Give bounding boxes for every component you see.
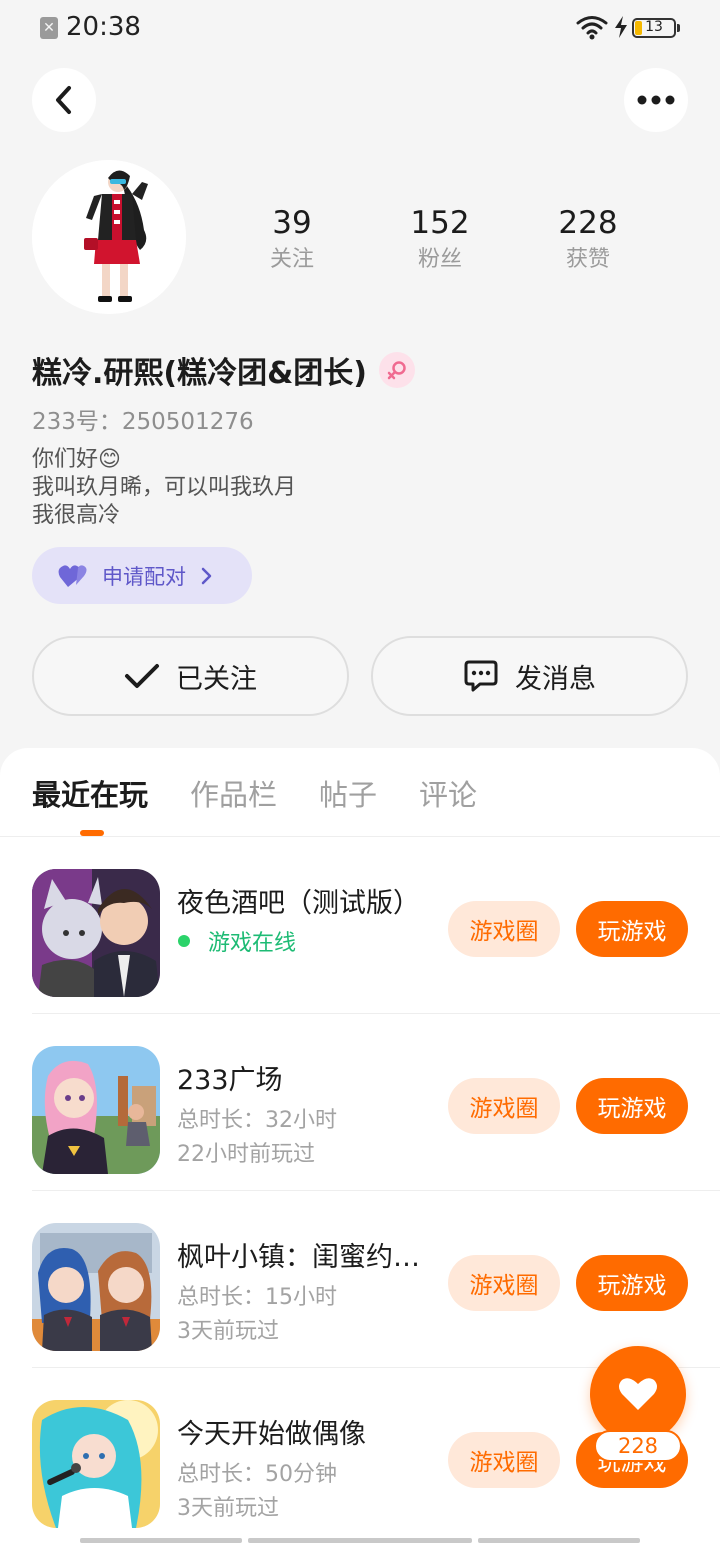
game-row[interactable]: 枫叶小镇：闺蜜约… 总时长：15小时 3天前玩过 游戏圈 玩游戏 [0,1191,720,1368]
heart-icon [619,1378,657,1410]
game-last-played: 3天前玩过 [177,1319,279,1344]
heart-pair-icon [58,564,87,587]
game-name: 今天开始做偶像 [177,1419,366,1450]
tab-recent-play[interactable]: 最近在玩 [32,772,148,814]
game-last-played: 3天前玩过 [177,1496,279,1521]
game-icon-idol[interactable] [32,1400,160,1528]
wifi-icon [576,16,608,40]
following-label: 关注 [269,247,314,272]
play-game-button[interactable]: 玩游戏 [576,901,688,957]
likes-label: 获赞 [565,247,610,272]
following-count: 39 [272,205,312,241]
send-message-label: 发消息 [515,663,596,695]
tab-works[interactable]: 作品栏 [190,772,277,814]
charging-icon [615,16,627,38]
tab-bar: 最近在玩 作品栏 帖子 评论 [32,772,519,814]
user-id: 233号：250501276 [32,409,254,435]
more-options-button[interactable] [624,68,688,132]
apply-match-label: 申请配对 [102,564,186,589]
play-game-button[interactable]: 玩游戏 [576,1078,688,1134]
fans-label: 粉丝 [417,247,462,272]
battery-icon: 13 [632,18,676,38]
scroll-indicator [0,1538,720,1544]
tab-posts[interactable]: 帖子 [319,772,377,814]
chevron-right-icon [201,567,212,584]
game-circle-button[interactable]: 游戏圈 [448,1255,560,1311]
avatar-character-image [32,160,186,314]
play-game-button[interactable]: 玩游戏 [576,1255,688,1311]
game-icon-maple-town[interactable] [32,1223,160,1351]
online-dot-icon [178,935,190,947]
game-icon-233-plaza[interactable] [32,1046,160,1174]
more-dots-icon [637,95,675,105]
like-button[interactable] [590,1346,686,1442]
likes-count: 228 [558,205,618,241]
like-count: 228 [594,1430,682,1462]
apply-match-button[interactable]: 申请配对 [32,547,252,604]
game-total-duration: 总时长：50分钟 [177,1462,337,1487]
check-icon [125,664,159,688]
female-gender-icon [378,352,415,388]
bio-line: 我叫玖月晞，可以叫我玖月 [32,475,297,500]
chat-bubble-icon [464,660,498,692]
game-last-played: 22小时前玩过 [177,1142,315,1167]
fans-count: 152 [410,205,470,241]
status-bar: ✕ 20:38 13 [0,0,720,58]
game-name: 枫叶小镇：闺蜜约… [177,1242,420,1273]
no-sim-icon: ✕ [40,17,58,39]
bio: 你们好😊 我叫玖月晞，可以叫我玖月 我很高冷 [32,446,296,530]
followed-button[interactable]: 已关注 [32,636,349,716]
followed-label: 已关注 [176,663,257,695]
tab-comments[interactable]: 评论 [419,772,477,814]
nickname: 糕冷.研熙(糕冷团&团长) [32,356,367,391]
battery-level: 13 [645,19,663,35]
stat-following[interactable]: 39 关注 [232,204,352,278]
game-name: 夜色酒吧（测试版） [177,888,420,919]
stat-likes[interactable]: 228 获赞 [528,204,648,278]
game-circle-button[interactable]: 游戏圈 [448,1078,560,1134]
game-icon-night-bar[interactable] [32,869,160,997]
stat-fans[interactable]: 152 粉丝 [380,204,500,278]
game-online-status: 游戏在线 [208,931,297,956]
status-time: 20:38 [66,12,141,42]
game-row[interactable]: 夜色酒吧（测试版） 游戏在线 游戏圈 玩游戏 [0,837,720,1014]
game-name: 233广场 [177,1065,283,1096]
avatar[interactable] [32,160,186,314]
game-total-duration: 总时长：15小时 [177,1285,337,1310]
send-message-button[interactable]: 发消息 [371,636,688,716]
game-row[interactable]: 233广场 总时长：32小时 22小时前玩过 游戏圈 玩游戏 [0,1014,720,1191]
game-circle-button[interactable]: 游戏圈 [448,1432,560,1488]
back-arrow-icon [56,86,71,114]
game-total-duration: 总时长：32小时 [177,1108,337,1133]
bio-line: 我很高冷 [32,503,121,528]
game-circle-button[interactable]: 游戏圈 [448,901,560,957]
bio-line: 你们好😊 [32,447,121,472]
back-button[interactable] [32,68,96,132]
nickname-row: 糕冷.研熙(糕冷团&团长) [32,348,415,392]
